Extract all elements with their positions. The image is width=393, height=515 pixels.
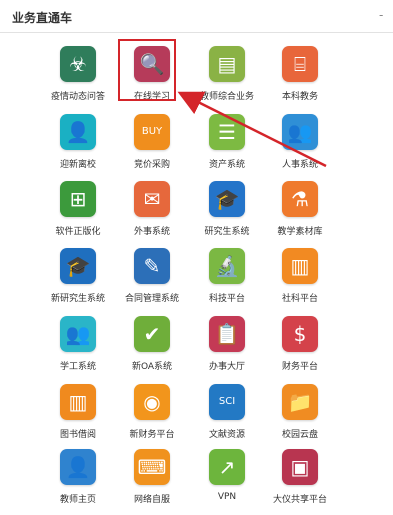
annotation-arrow <box>177 91 327 168</box>
